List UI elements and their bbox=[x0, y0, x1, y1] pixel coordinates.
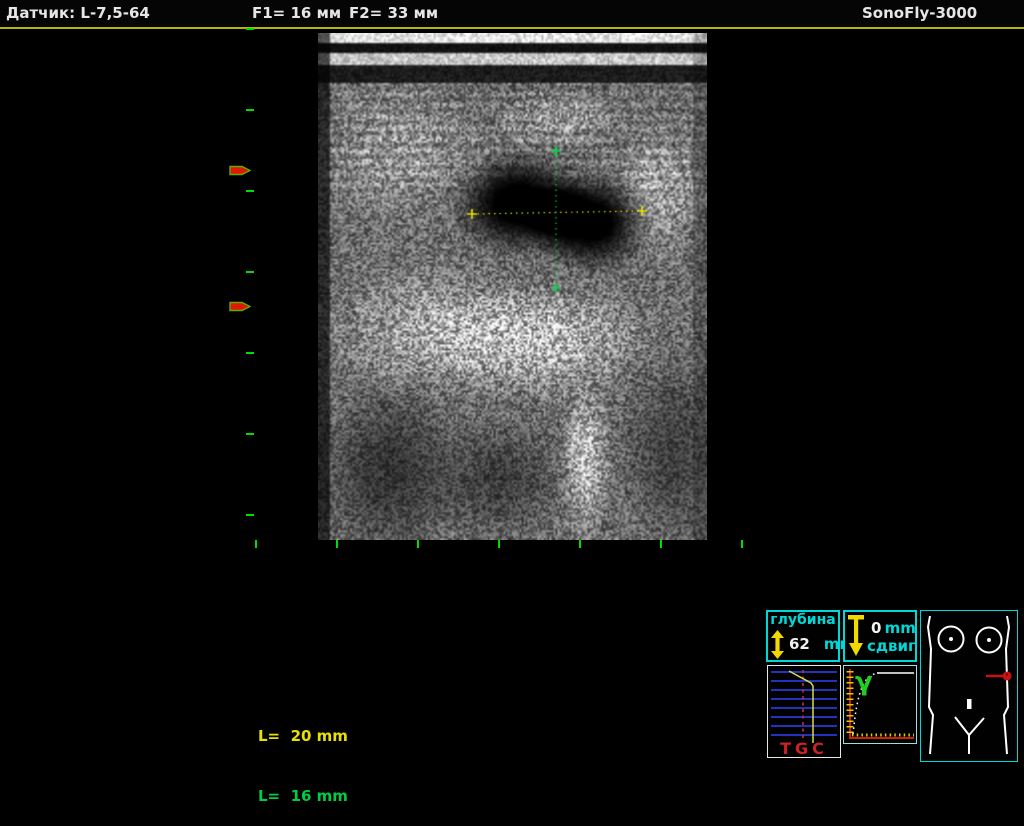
measurement-readout: L= 20 mm L= 16 mm bbox=[258, 686, 348, 826]
width-ruler-tick bbox=[417, 540, 419, 548]
depth-value: 62 bbox=[789, 635, 810, 653]
shift-down-arrow-icon bbox=[847, 615, 865, 660]
tgc-label: TGC bbox=[768, 741, 840, 757]
tgc-curve-graph bbox=[768, 666, 840, 744]
width-ruler-tick bbox=[498, 540, 500, 548]
width-ruler-tick bbox=[255, 540, 257, 548]
measurement-length-2: L= 16 mm bbox=[258, 786, 348, 806]
depth-ruler-tick bbox=[246, 514, 254, 516]
tgc-control-panel[interactable]: TGC bbox=[767, 665, 841, 758]
body-mark-panel[interactable] bbox=[920, 610, 1018, 762]
status-bar: Датчик: L-7,5-64 F1= 16 мм F2= 33 мм Son… bbox=[0, 0, 1024, 27]
gamma-curve-panel[interactable]: γ bbox=[843, 665, 917, 744]
shift-unit: mm bbox=[885, 619, 916, 637]
depth-ruler-tick bbox=[246, 28, 254, 30]
shift-value: 0 bbox=[871, 619, 881, 637]
depth-label: глубина bbox=[768, 613, 838, 628]
width-ruler-tick bbox=[741, 540, 743, 548]
depth-ruler-tick bbox=[246, 271, 254, 273]
focus1-readout: F1= 16 мм bbox=[252, 4, 341, 22]
focus-zone-marker-icon[interactable] bbox=[229, 161, 251, 172]
depth-updown-arrow-icon bbox=[771, 630, 784, 659]
probe-position-marker bbox=[986, 672, 1012, 681]
depth-control-panel[interactable]: глубина 62 mm bbox=[766, 610, 840, 662]
focus-zone-marker-icon[interactable] bbox=[229, 297, 251, 308]
device-name: SonoFly-3000 bbox=[862, 4, 977, 22]
depth-ruler-tick bbox=[246, 190, 254, 192]
body-mark-torso-icon bbox=[921, 611, 1017, 761]
width-ruler-tick bbox=[336, 540, 338, 548]
ultrasound-image bbox=[318, 33, 707, 540]
depth-ruler-tick bbox=[246, 352, 254, 354]
depth-ruler-tick bbox=[246, 433, 254, 435]
shift-control-panel[interactable]: 0 mm сдвиг bbox=[843, 610, 917, 662]
width-ruler-tick bbox=[660, 540, 662, 548]
header-divider-line bbox=[0, 27, 1024, 29]
measurement-length-1: L= 20 mm bbox=[258, 726, 348, 746]
focus2-readout: F2= 33 мм bbox=[349, 4, 438, 22]
gamma-symbol: γ bbox=[855, 667, 873, 697]
width-ruler-tick bbox=[579, 540, 581, 548]
probe-label: Датчик: L-7,5-64 bbox=[6, 4, 150, 22]
depth-ruler-tick bbox=[246, 109, 254, 111]
shift-label: сдвиг bbox=[867, 637, 916, 655]
gamma-curve-graph: γ bbox=[844, 666, 916, 743]
